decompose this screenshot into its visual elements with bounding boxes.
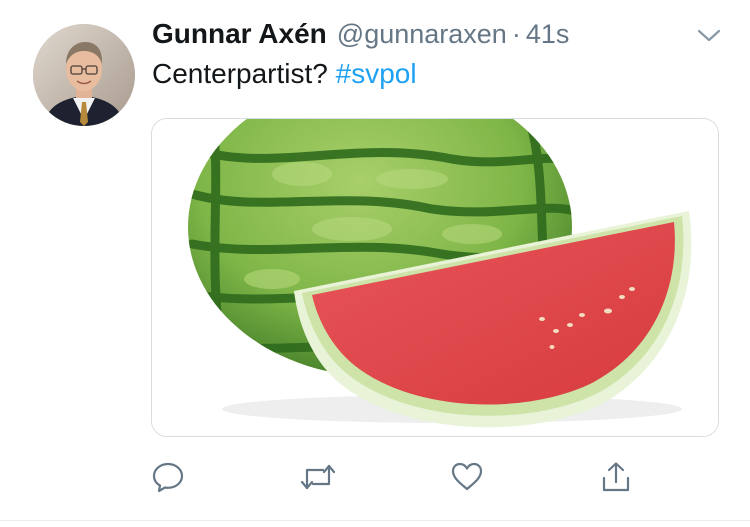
reply-icon[interactable] [148,455,188,499]
avatar[interactable] [33,24,135,126]
tweet-text: Centerpartist? #svpol [152,58,417,90]
tweet-text-body: Centerpartist? [152,58,336,89]
tweet-media-image[interactable] [151,118,719,437]
watermelon-image [152,119,718,436]
avatar-photo [33,24,135,126]
chevron-down-icon[interactable] [696,28,722,44]
author-handle[interactable]: @gunnaraxen [337,19,507,50]
tweet-header: Gunnar Axén @gunnaraxen · 41s [152,18,569,54]
tweet-actions [0,455,750,505]
retweet-icon[interactable] [298,455,338,499]
share-icon[interactable] [596,455,636,499]
tweet-divider [0,520,750,521]
tweet[interactable]: Gunnar Axén @gunnaraxen · 41s Centerpart… [0,0,750,527]
author-name[interactable]: Gunnar Axén [152,18,327,50]
header-separator: · [511,19,521,49]
hashtag-link[interactable]: #svpol [336,58,417,89]
heart-icon[interactable] [447,455,487,499]
timestamp[interactable]: 41s [526,19,570,50]
